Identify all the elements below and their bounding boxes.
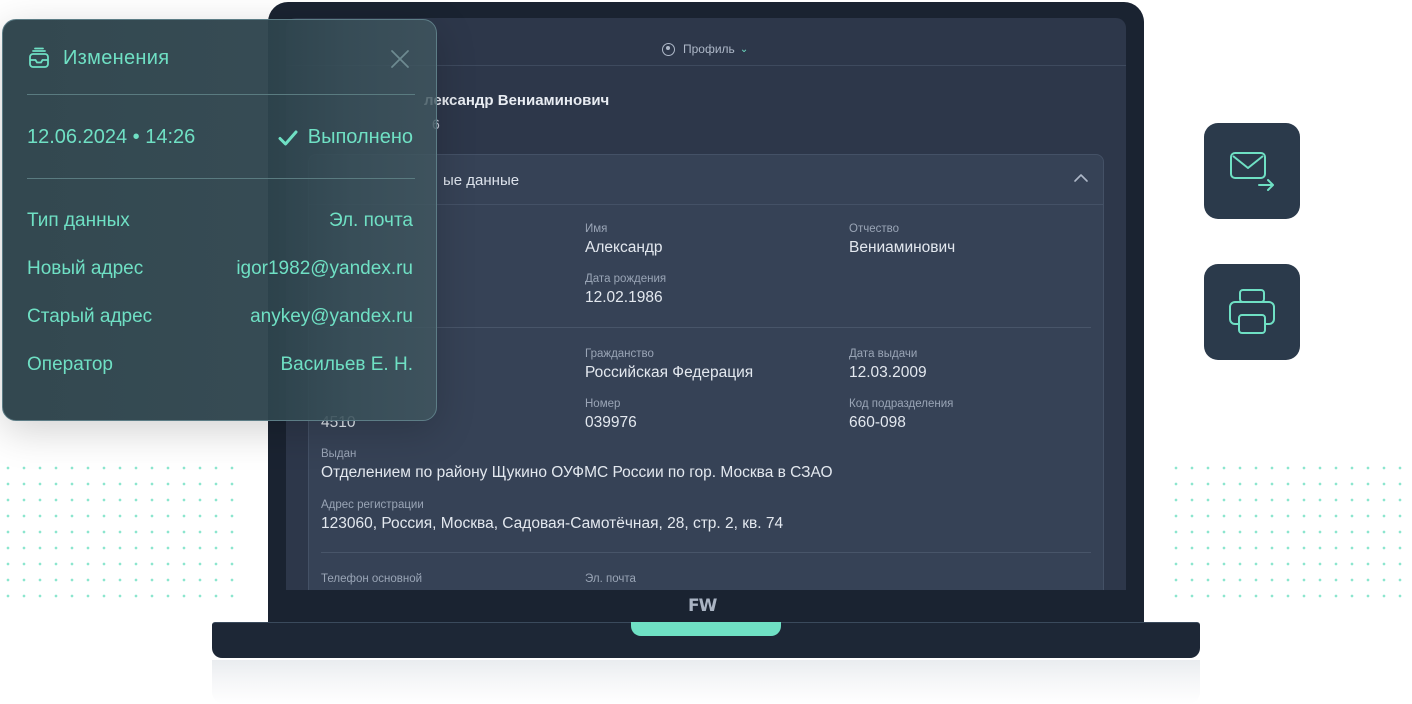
inbox-tray-icon <box>29 47 49 68</box>
send-email-button[interactable] <box>1204 123 1300 219</box>
laptop-shadow <box>212 660 1200 704</box>
field-value-number: 039976 <box>585 414 637 431</box>
field-label-division-code: Код подразделения <box>849 398 954 410</box>
field-value-issue-date: 12.03.2009 <box>849 364 927 381</box>
row-value-operator: Васильев Е. Н. <box>280 354 413 375</box>
field-label-email: Эл. почта <box>585 573 636 585</box>
panel-divider <box>27 94 415 95</box>
field-label-birth-date: Дата рождения <box>585 273 667 285</box>
row-value-data-type: Эл. почта <box>328 210 413 231</box>
status-label: Выполнено <box>307 126 413 148</box>
changes-panel: Изменения 12.06.2024 • 14:26 Выполнено Т… <box>2 19 437 421</box>
panel-header: Изменения <box>27 46 169 70</box>
printer-icon <box>1229 289 1275 334</box>
dot-pattern-right <box>1168 460 1412 600</box>
field-label-patronymic: Отчество <box>849 223 899 235</box>
change-datetime: 12.06.2024 • 14:26 <box>27 126 196 148</box>
card-title: ые данные <box>443 172 520 189</box>
field-value-patronymic: Вениаминович <box>849 239 956 256</box>
field-label-first-name: Имя <box>585 223 608 235</box>
panel-divider <box>27 178 415 179</box>
row-label-old-address: Старый адрес <box>27 306 153 327</box>
row-label-data-type: Тип данных <box>27 210 130 231</box>
profile-menu-label: Профиль <box>683 42 735 56</box>
field-label-issue-date: Дата выдачи <box>849 348 918 360</box>
profile-menu[interactable]: Профиль ⌄ <box>662 42 748 56</box>
brand-logo: FW <box>688 596 717 616</box>
dot-pattern-left <box>0 460 244 600</box>
close-icon[interactable] <box>389 48 411 70</box>
user-circle-icon <box>662 42 675 56</box>
field-value-birth-date: 12.02.1986 <box>585 289 663 306</box>
print-button[interactable] <box>1204 264 1300 360</box>
person-full-name: лександр Вениаминович <box>424 92 610 109</box>
row-value-old-address: anykey@yandex.ru <box>250 306 413 327</box>
field-value-first-name: Александр <box>585 239 663 256</box>
chevron-up-icon[interactable] <box>1073 170 1089 186</box>
field-label-citizenship: Гражданство <box>585 348 654 360</box>
mail-send-icon <box>1230 152 1274 191</box>
field-label-issued-by: Выдан <box>321 448 357 460</box>
checkmark-icon <box>278 130 298 145</box>
section-divider <box>321 552 1091 553</box>
field-value-registration-address: 123060, Россия, Москва, Садовая-Самотёчн… <box>321 515 784 532</box>
change-status: Выполнено <box>278 126 413 149</box>
row-label-operator: Оператор <box>27 354 113 375</box>
row-value-new-address: igor1982@yandex.ru <box>236 258 413 279</box>
field-value-citizenship: Российская Федерация <box>585 364 754 381</box>
field-value-division-code: 660-098 <box>849 414 906 431</box>
laptop-notch <box>631 622 781 636</box>
row-label-new-address: Новый адрес <box>27 258 144 279</box>
panel-title: Изменения <box>63 46 170 69</box>
field-label-registration-address: Адрес регистрации <box>321 499 424 511</box>
field-label-phone-main: Телефон основной <box>321 573 423 585</box>
chevron-down-icon: ⌄ <box>739 43 749 55</box>
field-label-number: Номер <box>585 398 621 410</box>
field-value-issued-by: Отделением по району Щукино ОУФМС России… <box>321 464 833 481</box>
